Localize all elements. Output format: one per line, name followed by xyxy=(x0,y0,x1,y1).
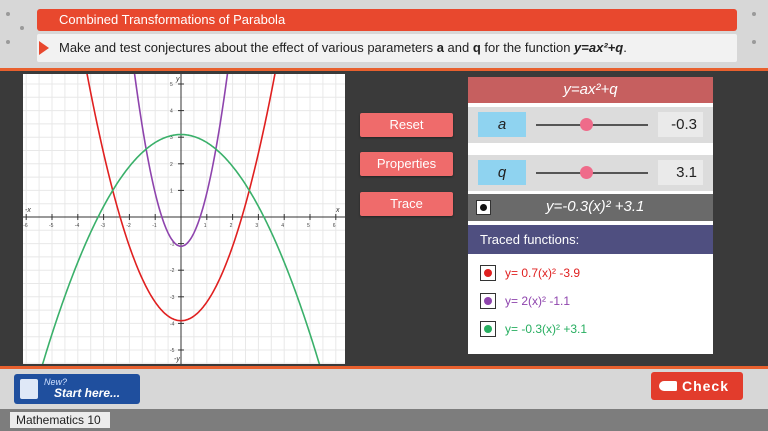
x-axis-label-negative: -x xyxy=(25,207,31,214)
properties-button[interactable]: Properties xyxy=(360,152,453,176)
current-function: y=-0.3(x)² +3.1 xyxy=(546,198,645,215)
check-label: Check xyxy=(681,378,729,394)
rivet-decoration xyxy=(20,26,24,30)
check-button[interactable]: Check xyxy=(651,372,743,400)
x-axis-label: x xyxy=(335,207,340,214)
app: Combined Transformations of Parabola Mak… xyxy=(0,0,768,431)
course-label: Mathematics 10 xyxy=(10,412,110,428)
instruction-param-q: q xyxy=(472,40,481,55)
x-tick-label: 5 xyxy=(307,223,310,229)
x-tick-label: -3 xyxy=(101,223,106,229)
show-function-checkbox[interactable] xyxy=(476,200,491,215)
instruction-text: Make and test conjectures about the effe… xyxy=(59,40,627,55)
x-tick-label: 4 xyxy=(281,223,284,229)
rivet-decoration xyxy=(6,12,10,16)
instruction-param-a: a xyxy=(436,40,444,55)
y-tick-label: -4 xyxy=(170,321,175,327)
rivet-decoration xyxy=(752,40,756,44)
x-tick-label: -6 xyxy=(23,223,28,229)
checkbox-dot-icon xyxy=(480,204,487,211)
y-tick-label: -3 xyxy=(170,295,175,301)
param-a-row: a -0.3 xyxy=(468,107,713,143)
x-tick-label: -2 xyxy=(126,223,131,229)
traced-item: y= -0.3(x)² +3.1 xyxy=(480,319,710,339)
param-a-label: a xyxy=(478,112,526,137)
trace-button[interactable]: Trace xyxy=(360,192,453,216)
param-q-slider-thumb[interactable] xyxy=(580,166,594,179)
instruction-pre: Make and test conjectures about the effe… xyxy=(59,40,437,55)
y-tick-label: -2 xyxy=(170,268,175,274)
panel-heading: y=ax²+q xyxy=(468,77,713,103)
traced-toggle-checkbox[interactable] xyxy=(480,321,496,337)
rivet-decoration xyxy=(752,12,756,16)
red-dot-icon xyxy=(484,269,492,277)
x-tick-label: -4 xyxy=(75,223,80,229)
traced-item: y= 2(x)² -1.1 xyxy=(480,291,710,311)
current-function-row: y=-0.3(x)² +3.1 xyxy=(468,194,713,221)
header-divider xyxy=(0,68,768,71)
x-tick-label: 2 xyxy=(230,223,233,229)
y-tick-label: 5 xyxy=(170,82,173,88)
start-here-icon xyxy=(20,379,38,399)
footer xyxy=(0,409,768,431)
x-tick-label: 1 xyxy=(204,223,207,229)
y-tick-label: -5 xyxy=(170,348,175,354)
y-axis-label-negative: -y xyxy=(174,356,180,363)
start-here-label: Start here... xyxy=(54,386,121,400)
rivet-decoration xyxy=(6,40,10,44)
traced-function-text: y= 0.7(x)² -3.9 xyxy=(505,266,581,280)
instruction-mid: and xyxy=(443,40,473,55)
param-q-label: q xyxy=(478,160,526,185)
traced-function-text: y= 2(x)² -1.1 xyxy=(505,294,571,308)
instruction-function: y=ax²+q xyxy=(574,40,624,55)
instruction-bar: Make and test conjectures about the effe… xyxy=(37,34,737,62)
instruction-end: . xyxy=(623,40,627,55)
green-dot-icon xyxy=(484,325,492,333)
reset-button[interactable]: Reset xyxy=(360,113,453,137)
param-a-slider-thumb[interactable] xyxy=(580,118,594,131)
y-tick-label: 2 xyxy=(170,162,173,168)
y-tick-label: 1 xyxy=(170,188,173,194)
x-tick-label: 6 xyxy=(333,223,336,229)
parabola-graph: -6-5-4-3-2-1123456-6-5-4-3-2-1123456 x -… xyxy=(23,54,345,384)
x-tick-label: -1 xyxy=(152,223,157,229)
page-title: Combined Transformations of Parabola xyxy=(37,9,737,31)
x-tick-label: 3 xyxy=(255,223,258,229)
param-q-row: q 3.1 xyxy=(468,155,713,191)
instruction-post: for the function xyxy=(480,40,575,55)
param-a-value: -0.3 xyxy=(658,112,703,137)
traced-heading: Traced functions: xyxy=(468,225,713,254)
traced-item: y= 0.7(x)² -3.9 xyxy=(480,263,710,283)
start-here-button[interactable]: New? Start here... xyxy=(14,374,140,404)
y-tick-label: 4 xyxy=(170,109,173,115)
arrow-right-icon xyxy=(39,41,49,55)
y-axis-label: y xyxy=(175,76,180,83)
graph-area[interactable]: -6-5-4-3-2-1123456-6-5-4-3-2-1123456 x -… xyxy=(23,54,345,384)
param-q-value: 3.1 xyxy=(658,160,703,185)
control-panel: y=ax²+q a -0.3 q 3.1 y=-0.3(x)² +3.1 Tra… xyxy=(468,77,713,354)
purple-dot-icon xyxy=(484,297,492,305)
traced-function-text: y= -0.3(x)² +3.1 xyxy=(505,322,588,336)
pointing-hand-icon xyxy=(659,381,677,391)
traced-toggle-checkbox[interactable] xyxy=(480,293,496,309)
x-tick-label: -5 xyxy=(49,223,54,229)
traced-toggle-checkbox[interactable] xyxy=(480,265,496,281)
